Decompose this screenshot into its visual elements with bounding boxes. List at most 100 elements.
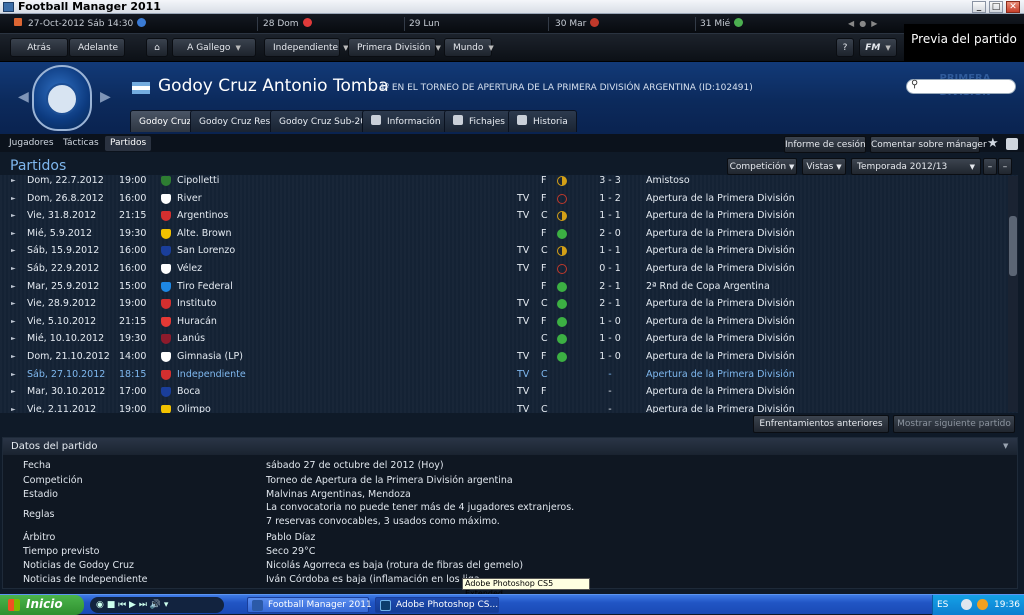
match-competition[interactable]: Apertura de la Primera División [646, 295, 795, 313]
match-competition[interactable]: Apertura de la Primera División [646, 401, 795, 413]
match-competition[interactable]: 2ª Rnd de Copa Argentina [646, 278, 770, 296]
opponent-name[interactable]: Vélez [177, 260, 202, 278]
calendar-day[interactable]: 31 Mié [700, 14, 744, 34]
tab-players[interactable]: Jugadores [4, 136, 59, 151]
search-input[interactable]: ⚲ [906, 79, 1016, 94]
match-score[interactable]: - [599, 401, 621, 413]
match-score[interactable]: - [599, 366, 621, 384]
table-row[interactable]: ► Mié, 10.10.2012 19:30 Lanús C 1 - 0 Apertura… [0, 330, 1006, 348]
task-photoshop[interactable]: Adobe Photoshop CS... [375, 597, 499, 613]
club-name[interactable]: Godoy Cruz Antonio Tomba [158, 76, 389, 96]
maximize-button[interactable]: □ [989, 1, 1003, 13]
match-score[interactable]: 3 - 3 [599, 175, 621, 190]
calendar-day[interactable]: 29 Lun [409, 14, 440, 34]
opponent-name[interactable]: Cipolletti [177, 175, 219, 190]
match-score[interactable]: 2 - 0 [599, 225, 621, 243]
table-row[interactable]: ► Mar, 25.9.2012 15:00 Tiro Federal F 2 - 1 2ª… [0, 278, 1006, 296]
opponent-name[interactable]: Alte. Brown [177, 225, 232, 243]
match-competition[interactable]: Apertura de la Primera División [646, 190, 795, 208]
match-competition[interactable]: Apertura de la Primera División [646, 383, 795, 401]
opponent-name[interactable]: River [177, 190, 202, 208]
match-score[interactable]: 1 - 1 [599, 207, 621, 225]
match-score[interactable]: 2 - 1 [599, 295, 621, 313]
calendar-controls[interactable]: ◀ ● ▶ [848, 14, 877, 34]
language-indicator[interactable]: ES [937, 595, 948, 615]
close-button[interactable]: ✕ [1006, 1, 1020, 13]
table-row[interactable]: ► Sáb, 27.10.2012 18:15 Independiente TV C - Ap… [0, 366, 1006, 384]
home-icon[interactable]: ⌂ [146, 38, 168, 57]
tab-transfers[interactable]: Fichajes [444, 110, 514, 132]
competition-filter[interactable]: Competición ▼ [727, 158, 797, 175]
tab-matches[interactable]: Partidos [105, 136, 152, 151]
table-row[interactable]: ► Dom, 21.10.2012 14:00 Gimnasia (LP) TV F 1 -… [0, 348, 1006, 366]
team-menu[interactable]: Independiente ▼ [264, 38, 348, 57]
match-score[interactable]: 1 - 2 [599, 190, 621, 208]
match-score[interactable]: 1 - 0 [599, 348, 621, 366]
table-row[interactable]: ► Dom, 26.8.2012 16:00 River TV F 1 - 2 Apertur… [0, 190, 1006, 208]
match-competition[interactable]: Apertura de la Primera División [646, 330, 795, 348]
opponent-name[interactable]: Instituto [177, 295, 216, 313]
table-row[interactable]: ► Mar, 30.10.2012 17:00 Boca TV F - Apertura de… [0, 383, 1006, 401]
next-arrow-icon[interactable]: ▶ [100, 89, 111, 105]
calendar-current-date[interactable]: 27-Oct-2012 Sáb 14:30 [14, 14, 147, 34]
views-filter[interactable]: Vistas ▼ [802, 158, 846, 175]
match-list-scrollbar[interactable] [1008, 176, 1018, 412]
table-row[interactable]: ► Sáb, 22.9.2012 16:00 Vélez TV F 0 - 1 Apertur… [0, 260, 1006, 278]
calendar-day[interactable]: 30 Mar [555, 14, 600, 34]
tab-tactics[interactable]: Tácticas [58, 136, 104, 151]
tab-history[interactable]: Historia [508, 110, 577, 132]
chevron-down-icon[interactable]: ▼ [1003, 442, 1008, 450]
league-menu[interactable]: Primera División ▼ [348, 38, 441, 57]
table-row[interactable]: ► Vie, 5.10.2012 21:15 Huracán TV F 1 - 0 Apert… [0, 313, 1006, 331]
back-button[interactable]: Atrás [10, 38, 68, 57]
season-select[interactable]: Temporada 2012/13 ▼ [851, 158, 981, 175]
match-competition[interactable]: Apertura de la Primera División [646, 242, 795, 260]
edit-icon[interactable] [1006, 138, 1018, 150]
media-player-controls[interactable]: ◉ ■ ⏮ ▶ ⏭ 🔊 ▾ [90, 597, 224, 613]
table-row[interactable]: ► Vie, 28.9.2012 19:00 Instituto TV C 2 - 1 Ape… [0, 295, 1006, 313]
comment-manager-button[interactable]: Comentar sobre mánager [870, 136, 987, 153]
match-score[interactable]: - [599, 383, 621, 401]
show-next-match-button[interactable]: Mostrar siguiente partido [893, 415, 1015, 433]
opponent-name[interactable]: Huracán [177, 313, 217, 331]
match-score[interactable]: 2 - 1 [599, 278, 621, 296]
previous-meetings-button[interactable]: Enfrentamientos anteriores [753, 415, 889, 433]
start-button[interactable]: Inicio [0, 595, 84, 615]
manager-menu[interactable]: A Gallego ▼ [172, 38, 256, 57]
minimize-button[interactable]: _ [972, 1, 986, 13]
opponent-name[interactable]: Gimnasia (LP) [177, 348, 243, 366]
opponent-name[interactable]: Independiente [177, 366, 246, 384]
table-row[interactable]: ► Vie, 31.8.2012 21:15 Argentinos TV C 1 - 1 Ap… [0, 207, 1006, 225]
opponent-name[interactable]: Lanús [177, 330, 205, 348]
fm-menu[interactable]: FM ▼ [859, 38, 897, 57]
match-competition[interactable]: Amistoso [646, 175, 690, 190]
match-score[interactable]: 0 - 1 [599, 260, 621, 278]
opponent-name[interactable]: San Lorenzo [177, 242, 235, 260]
match-score[interactable]: 1 - 0 [599, 313, 621, 331]
loan-report-button[interactable]: Informe de cesión [784, 136, 866, 153]
tray-arrow-icon[interactable] [961, 599, 972, 610]
match-competition[interactable]: Apertura de la Primera División [646, 260, 795, 278]
table-row[interactable]: ► Mié, 5.9.2012 19:30 Alte. Brown F 2 - 0 Aper… [0, 225, 1006, 243]
table-row[interactable]: ► Sáb, 15.9.2012 16:00 San Lorenzo TV C 1 - 1 A… [0, 242, 1006, 260]
calendar-day[interactable]: 28 Dom [263, 14, 312, 34]
opponent-name[interactable]: Boca [177, 383, 200, 401]
previous-arrow-icon[interactable]: ◀ [18, 89, 29, 105]
world-menu[interactable]: Mundo ▼ [444, 38, 494, 57]
expand-button[interactable]: – [998, 158, 1012, 175]
tab-under-20[interactable]: Godoy Cruz Sub-20 [270, 110, 375, 132]
match-competition[interactable]: Apertura de la Primera División [646, 207, 795, 225]
match-competition[interactable]: Apertura de la Primera División [646, 313, 795, 331]
collapse-button[interactable]: – [983, 158, 997, 175]
match-score[interactable]: 1 - 1 [599, 242, 621, 260]
antivirus-icon[interactable] [977, 599, 988, 610]
forward-button[interactable]: Adelante [69, 38, 125, 57]
table-row[interactable]: ► Dom, 22.7.2012 19:00 Cipolletti F 3 - 3 Amis… [0, 175, 1006, 190]
star-icon[interactable]: ★ [987, 136, 999, 151]
opponent-name[interactable]: Tiro Federal [177, 278, 233, 296]
tab-reserves[interactable]: Godoy Cruz Res. [190, 110, 283, 132]
tab-information[interactable]: Información [362, 110, 450, 132]
match-competition[interactable]: Apertura de la Primera División [646, 348, 795, 366]
match-preview-button[interactable]: Previa del partido [904, 24, 1024, 62]
match-competition[interactable]: Apertura de la Primera División [646, 366, 795, 384]
